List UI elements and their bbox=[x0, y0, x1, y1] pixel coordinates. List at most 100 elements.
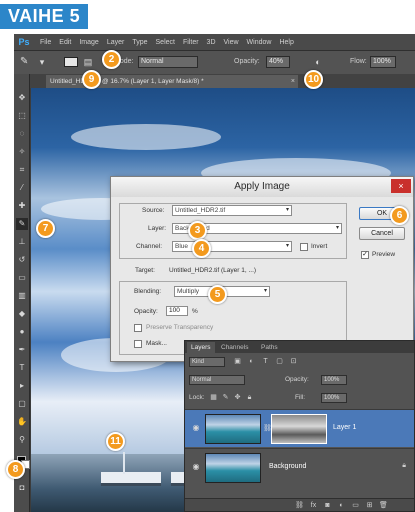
layers-panel: Layers Channels Paths Kind ▣ ◐ T ▢ ⊡ Nor… bbox=[184, 340, 415, 512]
opacity-field[interactable]: 40% bbox=[266, 56, 290, 68]
zoom-tool-icon[interactable]: ⚲ bbox=[16, 434, 28, 446]
new-layer-icon[interactable]: ⊞ bbox=[365, 501, 374, 510]
lasso-tool-icon[interactable]: ◌ bbox=[16, 128, 28, 140]
chevron-down-icon: ▾ bbox=[263, 288, 267, 294]
quick-mask-icon[interactable]: ◘ bbox=[16, 482, 28, 494]
preview-checkbox[interactable]: ✓ bbox=[361, 251, 369, 259]
layers-panel-footer: ⛓︎ fx ◙ ◐ ▭ ⊞ 🗑︎ bbox=[185, 498, 414, 511]
move-tool-icon[interactable]: ✥ bbox=[16, 92, 28, 104]
filter-smart-object-icon[interactable]: ⊡ bbox=[289, 357, 298, 366]
brush-tool-icon[interactable]: ✎ bbox=[16, 218, 28, 230]
visibility-eye-icon[interactable]: ◉ bbox=[191, 462, 201, 472]
layer-opacity-field[interactable]: 100% bbox=[321, 375, 347, 385]
clone-stamp-tool-icon[interactable]: ⊥ bbox=[16, 236, 28, 248]
filter-pixel-icon[interactable]: ▣ bbox=[233, 357, 242, 366]
callout-badge-7: 7 bbox=[36, 219, 55, 238]
menu-image[interactable]: Image bbox=[79, 39, 98, 46]
tab-paths[interactable]: Paths bbox=[257, 342, 282, 353]
invert-label: Invert bbox=[311, 243, 328, 250]
add-mask-icon[interactable]: ◙ bbox=[323, 501, 332, 510]
lock-pixels-icon[interactable]: ✎ bbox=[221, 393, 230, 402]
opacity-label: Opacity: bbox=[134, 308, 158, 315]
layer-row-layer-1[interactable]: ◉ ⛓︎ Layer 1 bbox=[185, 409, 414, 447]
callout-badge-11: 11 bbox=[106, 432, 125, 451]
menu-layer[interactable]: Layer bbox=[107, 39, 125, 46]
new-group-icon[interactable]: ▭ bbox=[351, 501, 360, 510]
marquee-tool-icon[interactable]: ⬚ bbox=[16, 110, 28, 122]
dodge-tool-icon[interactable]: ● bbox=[16, 326, 28, 338]
layer-row-background[interactable]: ◉ Background 🔒︎ bbox=[185, 448, 414, 486]
crop-tool-icon[interactable]: ⌗ bbox=[16, 164, 28, 176]
boat-mast bbox=[123, 452, 125, 474]
layer-mask-thumbnail[interactable] bbox=[271, 414, 327, 444]
flow-field[interactable]: 100% bbox=[370, 56, 396, 68]
filter-adjustment-icon[interactable]: ◐ bbox=[247, 357, 256, 366]
menu-type[interactable]: Type bbox=[132, 39, 147, 46]
path-select-tool-icon[interactable]: ▸ bbox=[16, 380, 28, 392]
brush-preset-icon[interactable]: ▾ bbox=[36, 56, 48, 68]
link-layers-icon[interactable]: ⛓︎ bbox=[295, 501, 304, 510]
delete-layer-icon[interactable]: 🗑︎ bbox=[379, 501, 388, 510]
layer-name[interactable]: Background bbox=[269, 463, 306, 470]
channel-select[interactable]: Blue ▾ bbox=[172, 241, 292, 252]
tab-channels[interactable]: Channels bbox=[217, 342, 252, 353]
tab-layers[interactable]: Layers bbox=[187, 342, 215, 353]
menu-edit[interactable]: Edit bbox=[59, 39, 71, 46]
gradient-tool-icon[interactable]: ▥ bbox=[16, 290, 28, 302]
type-tool-icon[interactable]: T bbox=[16, 362, 28, 374]
blend-mode-select[interactable]: Normal bbox=[189, 375, 245, 385]
source-select[interactable]: Untitled_HDR2.tif ▾ bbox=[172, 205, 292, 216]
adjustment-layer-icon[interactable]: ◐ bbox=[337, 501, 346, 510]
healing-tool-icon[interactable]: ✚ bbox=[16, 200, 28, 212]
lock-all-icon[interactable]: 🔒︎ bbox=[245, 393, 254, 402]
apply-image-dialog: Apply Image × Source: Untitled_HDR2.tif ▾… bbox=[110, 176, 414, 362]
preserve-transparency-checkbox[interactable] bbox=[134, 324, 142, 332]
mode-select[interactable]: Normal bbox=[138, 56, 198, 68]
source-group: Source: Untitled_HDR2.tif▾ Layer: Backgr… bbox=[119, 203, 347, 259]
menu-filter[interactable]: Filter bbox=[183, 39, 199, 46]
layer-label: Layer: bbox=[148, 225, 167, 232]
shape-tool-icon[interactable]: ▢ bbox=[16, 398, 28, 410]
menu-view[interactable]: View bbox=[224, 39, 239, 46]
menu-help[interactable]: Help bbox=[279, 39, 293, 46]
lock-transparent-icon[interactable]: ▦ bbox=[209, 393, 218, 402]
options-bar: ✎ ▾ ▤ Mode: Normal Opacity: 40% ◐ Flow: … bbox=[14, 50, 415, 74]
brush-icon[interactable]: ✎ bbox=[20, 56, 32, 68]
mask-label: Mask... bbox=[146, 340, 167, 347]
filter-shape-icon[interactable]: ▢ bbox=[275, 357, 284, 366]
filter-type-icon[interactable]: T bbox=[261, 357, 270, 366]
dialog-title: Apply Image bbox=[234, 181, 290, 192]
dialog-close-button[interactable]: × bbox=[391, 179, 411, 193]
blur-tool-icon[interactable]: ◆ bbox=[16, 308, 28, 320]
mask-link-icon[interactable]: ⛓︎ bbox=[263, 425, 272, 433]
menu-3d[interactable]: 3D bbox=[207, 39, 216, 46]
invert-checkbox[interactable] bbox=[300, 243, 308, 251]
menu-window[interactable]: Window bbox=[247, 39, 272, 46]
target-value: Untitled_HDR2.tif (Layer 1, ...) bbox=[169, 267, 257, 274]
brush-panel-icon[interactable]: ▤ bbox=[82, 56, 94, 68]
menu-bar: Ps File Edit Image Layer Type Select Fil… bbox=[14, 34, 415, 50]
document-close-icon[interactable]: × bbox=[291, 75, 295, 88]
fill-field[interactable]: 100% bbox=[321, 393, 347, 403]
brush-size-swatch[interactable] bbox=[64, 57, 78, 67]
history-brush-tool-icon[interactable]: ↺ bbox=[16, 254, 28, 266]
hand-tool-icon[interactable]: ✋ bbox=[16, 416, 28, 428]
mask-checkbox[interactable] bbox=[134, 340, 142, 348]
step-title: VAIHE 5 bbox=[0, 4, 89, 29]
menu-file[interactable]: File bbox=[40, 39, 51, 46]
pen-tool-icon[interactable]: ✒ bbox=[16, 344, 28, 356]
opacity-input[interactable]: 100 bbox=[166, 306, 188, 316]
cloud-shape bbox=[71, 124, 221, 150]
eraser-tool-icon[interactable]: ▭ bbox=[16, 272, 28, 284]
visibility-eye-icon[interactable]: ◉ bbox=[191, 423, 201, 433]
menu-select[interactable]: Select bbox=[156, 39, 175, 46]
layer-filter-select[interactable]: Kind bbox=[189, 357, 225, 367]
cancel-button[interactable]: Cancel bbox=[359, 227, 405, 240]
lock-position-icon[interactable]: ✥ bbox=[233, 393, 242, 402]
dialog-titlebar[interactable]: Apply Image × bbox=[111, 177, 413, 197]
layer-style-icon[interactable]: fx bbox=[309, 501, 318, 510]
eyedropper-tool-icon[interactable]: ⁄ bbox=[16, 182, 28, 194]
layer-name[interactable]: Layer 1 bbox=[333, 424, 356, 431]
pressure-opacity-icon[interactable]: ◐ bbox=[312, 56, 324, 68]
quick-select-tool-icon[interactable]: ✧ bbox=[16, 146, 28, 158]
